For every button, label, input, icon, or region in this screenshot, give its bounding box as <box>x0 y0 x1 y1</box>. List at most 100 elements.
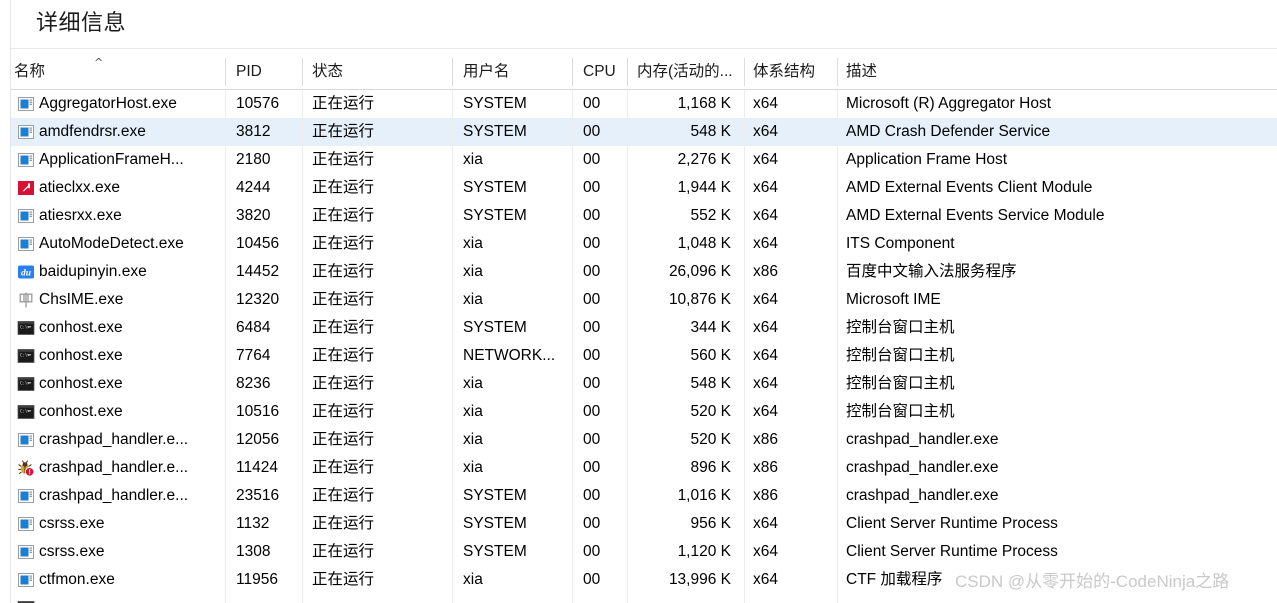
cell-arch: x86 <box>753 431 778 448</box>
cell-username: SYSTEM <box>463 515 527 532</box>
column-header-username[interactable]: 用户名 <box>463 55 563 89</box>
process-name-cell[interactable]: C:\> conhost.exe <box>17 370 229 398</box>
cell-divider <box>302 454 303 482</box>
column-header-name[interactable]: 名称 <box>14 55 224 89</box>
column-header-divider[interactable] <box>302 58 303 86</box>
cell-divider <box>572 146 573 174</box>
cell-divider <box>302 118 303 146</box>
column-header-divider[interactable] <box>837 58 838 86</box>
process-name-cell[interactable]: ApplicationFrameH... <box>17 146 229 174</box>
cell-pid: 1132 <box>236 515 270 532</box>
cell-divider <box>452 510 453 538</box>
process-name-cell[interactable]: C:\> conhost.exe <box>17 398 229 426</box>
cell-status: 正在运行 <box>312 375 375 392</box>
cell-description: 控制台窗口主机 <box>846 403 955 420</box>
process-name-cell[interactable]: du baidupinyin.exe <box>17 258 229 286</box>
column-header-divider[interactable] <box>225 58 226 86</box>
column-header-status[interactable]: 状态 <box>312 55 432 89</box>
column-header-arch[interactable]: 体系结构 <box>753 55 833 89</box>
cell-description: Microsoft (R) Aggregator Host <box>846 95 1052 112</box>
cell-divider <box>837 510 838 538</box>
process-name-cell[interactable]: amdfendrsr.exe <box>17 118 229 146</box>
process-name-cell[interactable]: C:\> conhost.exe <box>17 314 229 342</box>
cell-arch: x64 <box>753 319 778 336</box>
cell-divider <box>837 370 838 398</box>
process-name-cell[interactable]: crashpad_handler.e... <box>17 454 229 482</box>
cell-divider <box>572 454 573 482</box>
table-row[interactable]: ctfmon.exe 11956 正在运行 xia 00 13,996 K x64 CTF 加… <box>11 566 1277 594</box>
cell-divider <box>627 90 628 118</box>
cell-divider <box>744 118 745 146</box>
process-name-cell[interactable]: AggregatorHost.exe <box>17 90 229 118</box>
cell-pid: 3812 <box>236 123 271 140</box>
table-row[interactable]: amdfendrsr.exe 3812 正在运行 SYSTEM 00 548 K x64 AM… <box>11 118 1277 146</box>
process-name-cell[interactable]: crashpad_handler.e... <box>17 426 229 454</box>
cell-memory: 896 K <box>690 459 731 476</box>
process-name-cell[interactable]: AutoModeDetect.exe <box>17 230 229 258</box>
cell-status: 正在运行 <box>312 571 375 588</box>
column-header-row: 名称 ^ PID 状态 用户名 CPU 内存(活动的... 体系结构 描述 <box>11 55 1277 89</box>
process-name-label: amdfendrsr.exe <box>39 123 146 140</box>
table-row[interactable]: AutoModeDetect.exe 10456 正在运行 xia 00 1,048 K x… <box>11 230 1277 258</box>
process-name-cell[interactable]: C:\> <box>17 594 229 603</box>
column-header-cpu[interactable]: CPU <box>583 55 623 89</box>
process-name-cell[interactable]: csrss.exe <box>17 510 229 538</box>
table-row[interactable]: csrss.exe 1308 正在运行 SYSTEM 00 1,120 K x64 Clien… <box>11 538 1277 566</box>
cell-username: SYSTEM <box>463 123 527 140</box>
process-table-body[interactable]: AggregatorHost.exe 10576 正在运行 SYSTEM 00 1,168… <box>11 90 1277 603</box>
table-row[interactable]: crashpad_handler.e... 11424 正在运行 xia 00 896 K… <box>11 454 1277 482</box>
cell-username: xia <box>463 403 483 420</box>
column-header-divider[interactable] <box>572 58 573 86</box>
cell-divider <box>302 90 303 118</box>
cell-description: Application Frame Host <box>846 151 1008 168</box>
cell-status: 正在运行 <box>312 487 375 504</box>
cell-arch: x64 <box>753 543 778 560</box>
cell-pid: 7764 <box>236 347 271 364</box>
table-row[interactable]: crashpad_handler.e... 23516 正在运行 SYSTEM 00 1,… <box>11 482 1277 510</box>
table-row[interactable]: csrss.exe 1132 正在运行 SYSTEM 00 956 K x64 Client … <box>11 510 1277 538</box>
process-name-cell[interactable]: ChsIME.exe <box>17 286 229 314</box>
cell-divider <box>744 594 745 603</box>
column-header-divider[interactable] <box>452 58 453 86</box>
table-row[interactable]: ChsIME.exe 12320 正在运行 xia 00 10,876 K x64 Micro… <box>11 286 1277 314</box>
cell-description <box>846 594 1266 603</box>
table-row[interactable]: du baidupinyin.exe 14452 正在运行 xia 00 26,096 K x… <box>11 258 1277 286</box>
table-row[interactable]: atieclxx.exe 4244 正在运行 SYSTEM 00 1,944 K x64 AM… <box>11 174 1277 202</box>
cell-pid: 11424 <box>236 459 278 476</box>
process-name-cell[interactable]: atieclxx.exe <box>17 174 229 202</box>
cell-divider <box>837 594 838 603</box>
column-header-divider[interactable] <box>744 58 745 86</box>
cell-divider <box>302 566 303 594</box>
process-name-cell[interactable]: C:\> conhost.exe <box>17 342 229 370</box>
process-name-cell[interactable]: csrss.exe <box>17 538 229 566</box>
cell-divider <box>572 594 573 603</box>
table-row[interactable]: atiesrxx.exe 3820 正在运行 SYSTEM 00 552 K x64 AMD … <box>11 202 1277 230</box>
cell-cpu: 00 <box>583 235 601 252</box>
table-row[interactable]: C:\> conhost.exe 10516 正在运行 xia 00 520 K x64 控制台… <box>11 398 1277 426</box>
table-row[interactable]: C:\> conhost.exe 7764 正在运行 NETWORK... 00 560 K… <box>11 342 1277 370</box>
column-header-pid[interactable]: PID <box>236 55 294 89</box>
column-header-description[interactable]: 描述 <box>846 55 1266 89</box>
table-row[interactable]: C:\> <box>11 594 1277 603</box>
cell-divider <box>837 398 838 426</box>
column-header-memory[interactable]: 内存(活动的... <box>637 55 739 89</box>
cell-divider <box>302 370 303 398</box>
cell-divider <box>452 230 453 258</box>
column-header-divider[interactable] <box>627 58 628 86</box>
baidu-du-icon: du <box>17 263 35 281</box>
process-name-cell[interactable]: atiesrxx.exe <box>17 202 229 230</box>
cell-status: 正在运行 <box>312 179 375 196</box>
cell-divider <box>627 426 628 454</box>
table-row[interactable]: ApplicationFrameH... 2180 正在运行 xia 00 2,276 K… <box>11 146 1277 174</box>
table-row[interactable]: crashpad_handler.e... 12056 正在运行 xia 00 520 K… <box>11 426 1277 454</box>
cell-memory: 548 K <box>690 375 731 392</box>
table-row[interactable]: C:\> conhost.exe 8236 正在运行 xia 00 548 K x64 控制台窗… <box>11 370 1277 398</box>
table-row[interactable]: AggregatorHost.exe 10576 正在运行 SYSTEM 00 1,168… <box>11 90 1277 118</box>
cell-divider <box>572 370 573 398</box>
process-name-label: ApplicationFrameH... <box>39 151 184 168</box>
cell-pid: 3820 <box>236 207 271 224</box>
process-name-cell[interactable]: crashpad_handler.e... <box>17 482 229 510</box>
process-name-cell[interactable]: ctfmon.exe <box>17 566 229 594</box>
table-row[interactable]: C:\> conhost.exe 6484 正在运行 SYSTEM 00 344 K x64 控… <box>11 314 1277 342</box>
cell-description: Microsoft IME <box>846 291 941 308</box>
